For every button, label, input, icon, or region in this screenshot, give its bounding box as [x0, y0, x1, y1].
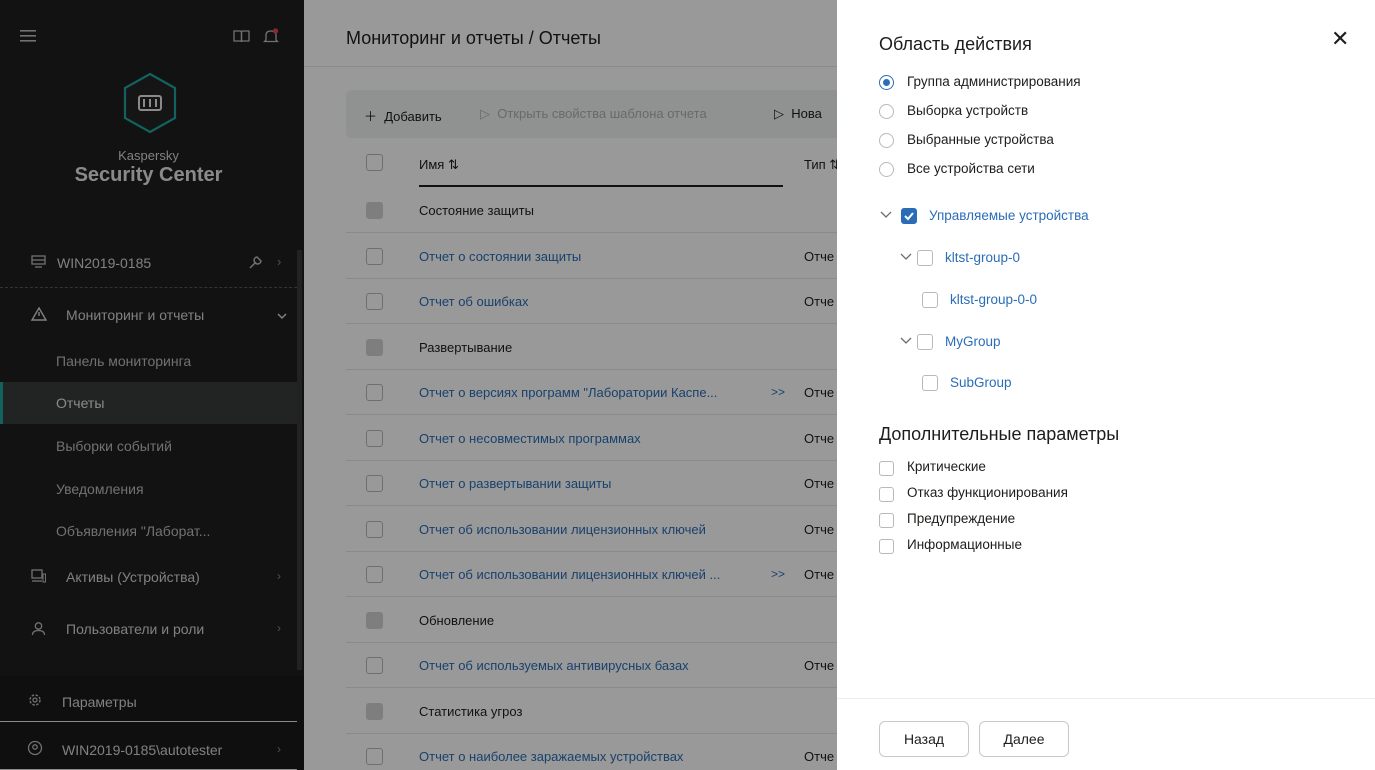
tree-node[interactable]: Управляемые устройства: [837, 206, 1237, 230]
radio-button[interactable]: [879, 133, 894, 148]
severity-checkbox[interactable]: [879, 461, 894, 476]
chevron-down-icon[interactable]: [899, 250, 913, 264]
tree-checkbox[interactable]: [922, 292, 938, 308]
tree-node[interactable]: SubGroup: [837, 373, 1237, 397]
close-icon[interactable]: ✕: [1331, 28, 1349, 50]
tree-node[interactable]: kltst-group-0-0: [837, 290, 1237, 314]
scope-title: Область действия: [879, 34, 1032, 54]
tree-checkbox[interactable]: [917, 334, 933, 350]
radio-button[interactable]: [879, 75, 894, 90]
tree-node[interactable]: kltst-group-0: [837, 248, 1237, 272]
radio-button[interactable]: [879, 162, 894, 177]
chevron-down-icon[interactable]: [879, 208, 893, 222]
modal-backdrop[interactable]: [0, 0, 837, 770]
extra-params-title: Дополнительные параметры: [879, 424, 1120, 444]
scope-option-label: Выборка устройств: [907, 103, 1029, 118]
severity-checkbox[interactable]: [879, 487, 894, 502]
tree-checkbox[interactable]: [901, 208, 917, 224]
tree-node-label[interactable]: kltst-group-0-0: [950, 292, 1037, 307]
tree-checkbox[interactable]: [922, 375, 938, 391]
tree-node-label[interactable]: kltst-group-0: [945, 250, 1020, 265]
severity-label: Отказ функционирования: [907, 485, 1068, 500]
scope-option-label: Группа администрирования: [907, 74, 1081, 89]
tree-node-label[interactable]: SubGroup: [950, 375, 1012, 390]
footer-divider: [837, 698, 1375, 699]
severity-label: Информационные: [907, 537, 1022, 552]
next-button[interactable]: Далее: [979, 721, 1069, 757]
severity-checkbox[interactable]: [879, 539, 894, 554]
radio-button[interactable]: [879, 104, 894, 119]
scope-panel: ✕ Область действия Группа администрирова…: [837, 0, 1375, 770]
back-button[interactable]: Назад: [879, 721, 969, 757]
tree-checkbox[interactable]: [917, 250, 933, 266]
chevron-down-icon[interactable]: [899, 334, 913, 348]
tree-node-label[interactable]: MyGroup: [945, 334, 1001, 349]
tree-node-label[interactable]: Управляемые устройства: [929, 208, 1089, 223]
scope-option-label: Все устройства сети: [907, 161, 1035, 176]
severity-label: Предупреждение: [907, 511, 1016, 526]
tree-node[interactable]: MyGroup: [837, 332, 1237, 356]
severity-label: Критические: [907, 459, 986, 474]
checkmark-icon: [904, 212, 914, 221]
severity-checkbox[interactable]: [879, 513, 894, 528]
scope-option-label: Выбранные устройства: [907, 132, 1054, 147]
